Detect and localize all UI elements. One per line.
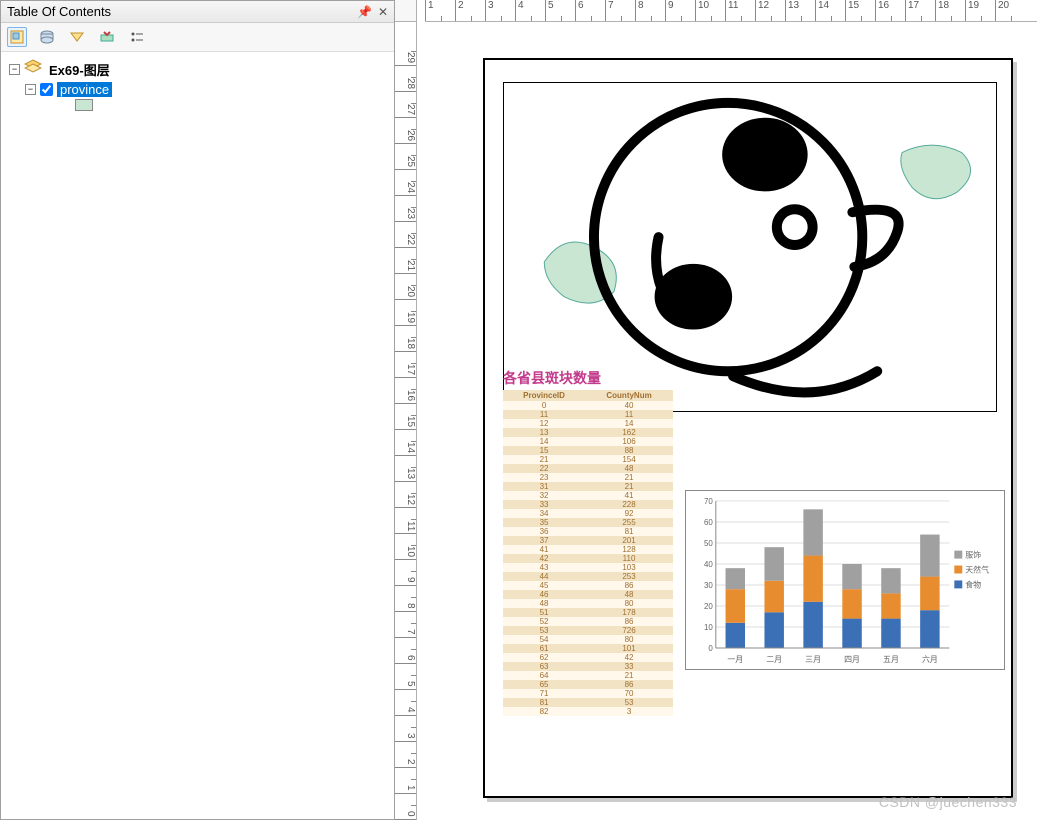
layout-canvas[interactable]: 各省县斑块数量 ProvinceID CountyNum 04011111214… (417, 22, 1037, 820)
table-row: 4586 (503, 581, 673, 590)
close-icon[interactable]: ✕ (378, 5, 388, 19)
doodle-face-icon (594, 103, 899, 393)
table-row: 53726 (503, 626, 673, 635)
table-row: 21154 (503, 455, 673, 464)
table-row: 6586 (503, 680, 673, 689)
svg-text:三月: 三月 (805, 655, 821, 664)
table-row: 6421 (503, 671, 673, 680)
collapse-icon[interactable]: − (9, 64, 20, 75)
table-row: 7170 (503, 689, 673, 698)
layer-label[interactable]: province (57, 82, 112, 97)
svg-text:食物: 食物 (965, 579, 981, 589)
layers-icon (24, 59, 42, 80)
svg-text:60: 60 (704, 518, 713, 527)
table-row: 5286 (503, 617, 673, 626)
table-row: 823 (503, 707, 673, 716)
table-row: 51178 (503, 608, 673, 617)
table-row: 1111 (503, 410, 673, 419)
watermark: CSDN @juechen333 (879, 794, 1017, 810)
svg-text:服饰: 服饰 (965, 550, 981, 560)
table-row: 1588 (503, 446, 673, 455)
list-by-selection-button[interactable] (97, 27, 117, 47)
table-row: 3121 (503, 482, 673, 491)
table-row: 33228 (503, 500, 673, 509)
table-row: 2321 (503, 473, 673, 482)
layer-visibility-checkbox[interactable] (40, 83, 53, 96)
table-row: 42110 (503, 554, 673, 563)
table-row: 6333 (503, 662, 673, 671)
tree-symbol-row[interactable] (75, 98, 386, 112)
table-row: 43103 (503, 563, 673, 572)
table-row: 41128 (503, 545, 673, 554)
options-button[interactable] (127, 27, 147, 47)
collapse-icon[interactable]: − (25, 84, 36, 95)
svg-text:0: 0 (708, 644, 713, 653)
svg-text:50: 50 (704, 539, 713, 548)
layer-tree: − Ex69-图层 − province (1, 52, 394, 819)
page-frame[interactable]: 各省县斑块数量 ProvinceID CountyNum 04011111214… (483, 58, 1013, 798)
svg-text:六月: 六月 (922, 654, 938, 664)
svg-text:一月: 一月 (727, 655, 743, 664)
table-row: 13162 (503, 428, 673, 437)
data-table: ProvinceID CountyNum 0401111121413162141… (503, 390, 673, 716)
tree-layer-row[interactable]: − province (25, 81, 386, 98)
table-row: 44253 (503, 572, 673, 581)
svg-text:四月: 四月 (844, 655, 860, 664)
root-label[interactable]: Ex69-图层 (46, 60, 113, 79)
layout-view: 1234567891011121314151617181920 01234567… (395, 0, 1037, 820)
table-row: 040 (503, 401, 673, 410)
toc-toolbar (1, 23, 394, 52)
svg-text:天然气: 天然气 (965, 564, 989, 574)
col-header: CountyNum (585, 390, 673, 401)
bar-chart[interactable]: 0 10 20 30 40 50 60 70 一月 二月 三月 四月 五月 六月 服饰天然气食物 (685, 490, 1005, 670)
list-by-source-button[interactable] (37, 27, 57, 47)
svg-text:10: 10 (704, 623, 713, 632)
table-title: 各省县斑块数量 (503, 368, 673, 388)
table-row: 37201 (503, 536, 673, 545)
toc-panel: Table Of Contents 📌 ✕ − Ex69-图层 − provin… (0, 0, 395, 820)
svg-text:70: 70 (704, 497, 713, 506)
vertical-ruler: 0123456789101112131415161718192021222324… (395, 22, 417, 820)
toc-title: Table Of Contents (7, 4, 111, 19)
map-data-frame[interactable] (503, 82, 997, 412)
table-row: 14106 (503, 437, 673, 446)
list-by-visibility-button[interactable] (67, 27, 87, 47)
ruler-corner (395, 0, 417, 22)
table-row: 3681 (503, 527, 673, 536)
table-row: 4648 (503, 590, 673, 599)
svg-text:二月: 二月 (766, 655, 782, 664)
svg-text:40: 40 (704, 560, 713, 569)
table-row: 61101 (503, 644, 673, 653)
table-row: 6242 (503, 653, 673, 662)
table-row: 8153 (503, 698, 673, 707)
col-header: ProvinceID (503, 390, 585, 401)
table-row: 4880 (503, 599, 673, 608)
table-row: 1214 (503, 419, 673, 428)
table-row: 5480 (503, 635, 673, 644)
horizontal-ruler: 1234567891011121314151617181920 (425, 0, 1037, 22)
table-row: 3492 (503, 509, 673, 518)
svg-text:20: 20 (704, 602, 713, 611)
toc-header: Table Of Contents 📌 ✕ (1, 1, 394, 23)
pin-icon[interactable]: 📌 (357, 5, 372, 19)
tree-root-row[interactable]: − Ex69-图层 (9, 58, 386, 81)
attribute-table[interactable]: 各省县斑块数量 ProvinceID CountyNum 04011111214… (503, 368, 673, 716)
svg-text:30: 30 (704, 581, 713, 590)
table-row: 2248 (503, 464, 673, 473)
layer-swatch[interactable] (75, 99, 93, 111)
svg-text:五月: 五月 (883, 655, 899, 664)
table-row: 35255 (503, 518, 673, 527)
list-by-drawing-order-button[interactable] (7, 27, 27, 47)
table-row: 3241 (503, 491, 673, 500)
